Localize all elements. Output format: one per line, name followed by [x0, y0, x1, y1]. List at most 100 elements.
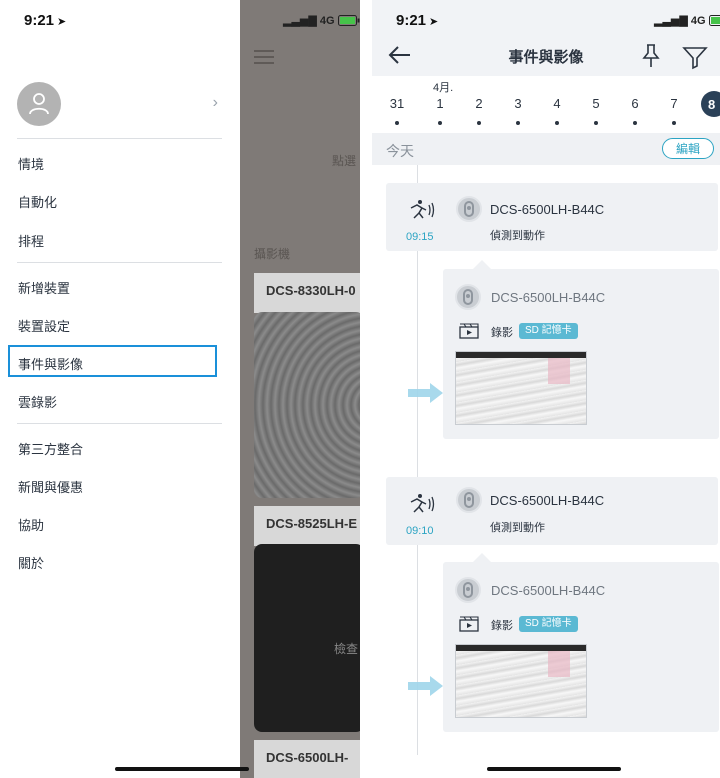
- video-thumbnail[interactable]: [455, 351, 587, 425]
- event-time: 09:10: [406, 525, 434, 537]
- event-dot: [395, 121, 399, 125]
- pin-icon[interactable]: [640, 43, 662, 69]
- recording-card[interactable]: DCS-6500LH-B44C 錄影 SD 記憶卡: [443, 269, 719, 439]
- signal-icon: ▂▃▅▇: [654, 15, 688, 27]
- location-arrow-icon: ➤: [429, 16, 439, 28]
- status-time: 9:21: [24, 12, 55, 29]
- status-indicators: ▂▃▅▇ 4G: [283, 14, 360, 27]
- camera-icon: [455, 577, 481, 603]
- sd-card-badge: SD 記憶卡: [519, 616, 578, 632]
- battery-icon: [337, 15, 360, 26]
- battery-icon: [708, 15, 720, 26]
- menu-item-device-settings[interactable]: 裝置設定: [18, 316, 70, 335]
- device-name: DCS-6500LH-B44C: [490, 202, 605, 217]
- selected-date[interactable]: 8: [701, 91, 720, 117]
- camera-name: DCS-8330LH-0: [266, 283, 356, 298]
- camera-icon: [456, 487, 482, 513]
- camera-preview[interactable]: 檢查: [254, 544, 360, 732]
- recording-label: 錄影: [491, 327, 513, 339]
- status-time: 9:21: [396, 12, 427, 29]
- location-arrow-icon: ➤: [57, 16, 67, 28]
- user-icon: [29, 93, 49, 115]
- motion-running-icon: [410, 494, 435, 513]
- motion-event-card[interactable]: 09:10 DCS-6500LH-B44C 偵測到動作: [386, 477, 718, 545]
- camera-icon: [456, 196, 482, 222]
- device-name: DCS-6500LH-B44C: [490, 493, 605, 508]
- today-label: 今天: [386, 143, 414, 159]
- date-item[interactable]: 6: [622, 96, 648, 125]
- camera-icon: [455, 284, 481, 310]
- network-label: 4G: [319, 14, 335, 27]
- video-thumbnail[interactable]: [455, 644, 587, 718]
- event-time: 09:15: [406, 231, 434, 243]
- date-number: 4: [553, 96, 561, 111]
- chevron-right-icon[interactable]: ›: [213, 94, 218, 112]
- motion-running-icon: [410, 200, 435, 219]
- date-item[interactable]: 1: [427, 96, 453, 125]
- hint-text: 點選: [332, 154, 357, 168]
- hamburger-menu-icon[interactable]: [254, 50, 274, 68]
- menu-item-help[interactable]: 協助: [18, 515, 44, 534]
- motion-event-card[interactable]: 09:15 DCS-6500LH-B44C 偵測到動作: [386, 183, 718, 251]
- date-number: 6: [631, 96, 639, 111]
- date-item[interactable]: 2: [466, 96, 492, 125]
- menu-item-automation[interactable]: 自動化: [18, 192, 57, 211]
- menu-item-about[interactable]: 關於: [18, 553, 44, 572]
- profile-row[interactable]: ›: [17, 82, 222, 126]
- camera-name: DCS-6500LH-: [266, 750, 349, 765]
- menu-item-scenes[interactable]: 情境: [18, 154, 44, 173]
- sd-card-badge: SD 記憶卡: [519, 323, 578, 339]
- filter-icon[interactable]: [682, 44, 708, 70]
- date-item[interactable]: 31: [384, 96, 410, 125]
- camera-preview[interactable]: [254, 312, 360, 498]
- arrow-right-icon: [408, 383, 443, 403]
- menu-item-add-device[interactable]: 新增裝置: [18, 278, 70, 297]
- event-dot: [633, 121, 637, 125]
- date-number: 31: [389, 96, 405, 111]
- date-item[interactable]: 7: [661, 96, 687, 125]
- month-label: 4月.: [433, 82, 454, 94]
- menu-divider: [17, 262, 222, 263]
- arrow-right-icon: [408, 676, 443, 696]
- side-drawer: 9:21 ➤ › 情境 自動化 排程 新增裝置 裝置設定 事件與影像 雲錄影 第三…: [0, 0, 240, 778]
- signal-icon: ▂▃▅▇: [283, 15, 317, 27]
- camera-card[interactable]: DCS-8525LH-E: [254, 506, 360, 546]
- date-number: 2: [475, 96, 483, 111]
- menu-item-third-party[interactable]: 第三方整合: [18, 439, 83, 458]
- date-strip[interactable]: 4月. 31 1 2 3 4 5 6 7: [372, 76, 720, 132]
- video-clip-icon: [459, 323, 479, 339]
- event-dot: [594, 121, 598, 125]
- event-dot: [555, 121, 559, 125]
- event-description: 偵測到動作: [490, 230, 545, 242]
- section-label: 攝影機: [254, 247, 291, 261]
- menu-item-schedule[interactable]: 排程: [18, 231, 44, 250]
- camera-card[interactable]: DCS-6500LH-: [254, 740, 360, 778]
- events-screen: 9:21➤ ▂▃▅▇ 4G 事件與影像 4月. 31 1 2 3 4 5 6: [372, 0, 720, 778]
- camera-name: DCS-8525LH-E: [266, 516, 358, 531]
- recording-label: 錄影: [491, 620, 513, 632]
- menu-item-news-offers[interactable]: 新聞與優惠: [18, 477, 83, 496]
- menu-item-cloud-recording[interactable]: 雲錄影: [18, 392, 57, 411]
- avatar[interactable]: [17, 82, 61, 126]
- home-indicator[interactable]: [115, 767, 249, 771]
- header: 9:21 ➤ ▂▃▅▇ 4G 事件與影像: [372, 0, 720, 76]
- status-indicators: ▂▃▅▇ 4G: [654, 14, 720, 27]
- date-item[interactable]: 3: [505, 96, 531, 125]
- network-label: 4G: [690, 14, 706, 27]
- check-text: 檢查: [334, 642, 359, 656]
- date-number: 7: [670, 96, 678, 111]
- recording-card[interactable]: DCS-6500LH-B44C 錄影 SD 記憶卡: [443, 562, 719, 732]
- background-app-overlay[interactable]: ▂▃▅▇ 4G 點選 攝影機 DCS-8330LH-0 DCS-8525LH-E…: [240, 0, 360, 778]
- date-number: 5: [592, 96, 600, 111]
- video-clip-icon: [459, 616, 479, 632]
- date-item[interactable]: 4: [544, 96, 570, 125]
- event-dot: [672, 121, 676, 125]
- date-item[interactable]: 5: [583, 96, 609, 125]
- home-indicator[interactable]: [487, 767, 621, 771]
- edit-button[interactable]: 編輯: [662, 138, 714, 159]
- date-number: 1: [436, 96, 444, 111]
- camera-card[interactable]: DCS-8330LH-0: [254, 273, 360, 313]
- status-bar: 9:21 ➤: [24, 12, 66, 29]
- today-bar: 今天 編輯: [372, 133, 720, 165]
- event-dot: [477, 121, 481, 125]
